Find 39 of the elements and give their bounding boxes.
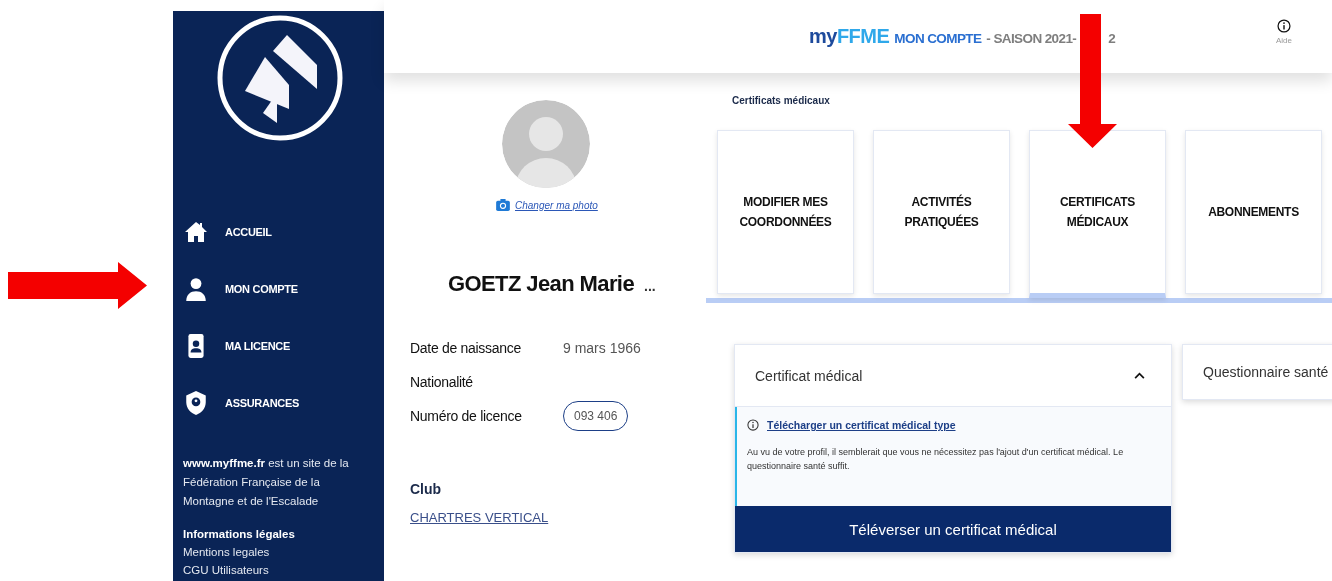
nav-item[interactable]: MON COMPTE [183, 276, 384, 302]
more-button[interactable]: ... [644, 278, 656, 294]
person-icon [183, 276, 209, 302]
change-photo-link[interactable]: Changer ma photo [515, 199, 598, 211]
field-label: Numéro de licence [410, 408, 523, 424]
accordion-header[interactable]: Certificat médical [735, 345, 1171, 407]
upload-button[interactable]: Téléverser un certificat médical [735, 506, 1171, 552]
home-icon [183, 220, 209, 244]
section-title: Certificats médicaux [732, 95, 831, 106]
logo-icon [215, 13, 345, 143]
info-icon [747, 419, 759, 431]
shield-icon [183, 390, 209, 416]
legal-link[interactable]: Mentions legales [183, 543, 384, 561]
questionnaire-card[interactable]: Questionnaire santé [1182, 344, 1332, 400]
legal-title: Informations légales [183, 527, 296, 542]
nav-item[interactable]: ACCUEIL [183, 219, 384, 245]
tab[interactable]: MODIFIER MES COORDONNÉES [717, 130, 854, 294]
club-label: Club [410, 481, 443, 497]
nav-item[interactable]: MA LICENCE [183, 333, 384, 359]
club-link[interactable]: CHARTRES VERTICAL [410, 510, 706, 525]
nav-item[interactable]: ASSURANCES [183, 390, 384, 416]
legal-link[interactable]: CGU Utilisateurs [183, 561, 384, 579]
field-label: Date de naissance [410, 340, 522, 356]
season-label: - SAISON 2021- [986, 31, 1077, 46]
page-title: MON COMPTE [894, 31, 982, 46]
camera-icon [496, 199, 510, 211]
about-text: www.myffme.fr est un site de la Fédération Française de la Montagne et de l'Escalade [183, 456, 350, 509]
field-label: Nationalité [410, 374, 474, 390]
info-icon [1277, 18, 1291, 33]
info-message: Au vu de votre profil, il semblerait que vous ne nécessitez pas l'ajout d'un certificat médical. Le questionnaire santé suffit. [747, 446, 1125, 473]
tab[interactable]: CERTIFICATS MÉDICAUX [1029, 130, 1166, 298]
tab[interactable]: ABONNEMENTS [1185, 130, 1322, 294]
chevron-icon [1134, 372, 1145, 379]
season-label: 2 [1108, 31, 1116, 46]
brand-logo: myFFME [809, 25, 890, 48]
download-link[interactable]: Télécharger un certificat médical type [767, 419, 956, 431]
tab[interactable]: ACTIVITÉS PRATIQUÉES [873, 130, 1010, 294]
field-value: 9 mars 1966 [563, 340, 641, 356]
user-name: GOETZ Jean Marie [448, 271, 634, 297]
